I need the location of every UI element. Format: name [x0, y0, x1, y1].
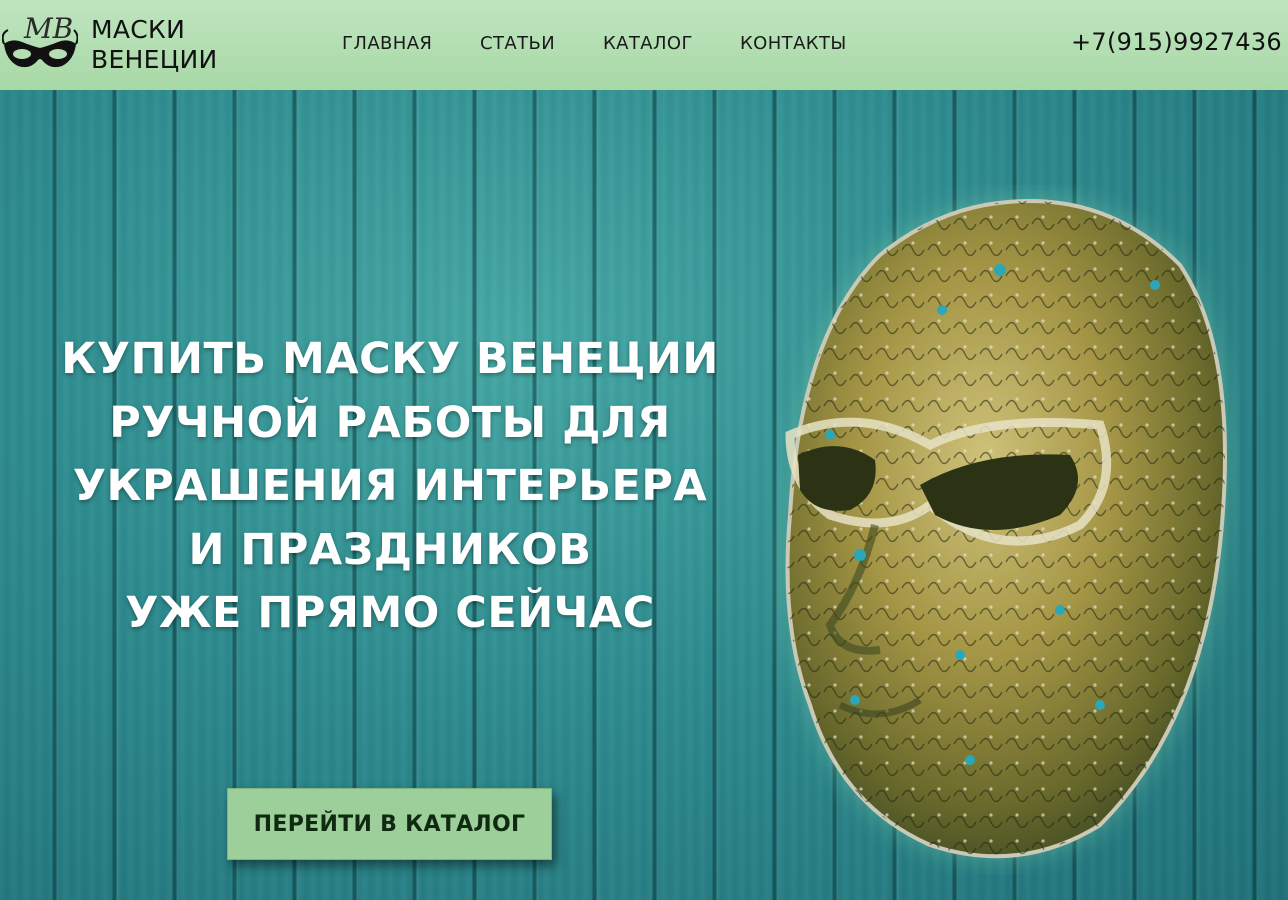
headline-line: РУЧНОЙ РАБОТЫ ДЛЯ [109, 397, 671, 448]
logo-text[interactable]: МАСКИ ВЕНЕЦИИ [91, 15, 217, 75]
nav-item-catalog[interactable]: КАТАЛОГ [603, 33, 693, 54]
nav-item-articles[interactable]: СТАТЬИ [480, 33, 555, 54]
nav-item-home[interactable]: ГЛАВНАЯ [342, 33, 432, 54]
logo-line-2: ВЕНЕЦИИ [91, 45, 218, 74]
headline-line: УКРАШЕНИЯ ИНТЕРЬЕРА [72, 461, 708, 511]
headline-line: И ПРАЗДНИКОВ [188, 524, 592, 575]
logo-monogram: МВ [23, 12, 73, 45]
headline-line: КУПИТЬ МАСКУ ВЕНЕЦИИ [61, 334, 719, 384]
logo-line-1: МАСКИ [91, 15, 186, 44]
catalog-button[interactable]: ПЕРЕЙТИ В КАТАЛОГ [227, 788, 552, 860]
headline-line: УЖЕ ПРЯМО СЕЙЧАС [125, 588, 655, 638]
logo-mask-icon[interactable]: МВ [1, 8, 79, 74]
venetian-mask-image [770, 185, 1240, 875]
nav-item-contacts[interactable]: КОНТАКТЫ [740, 33, 847, 54]
phone-number[interactable]: +7(915)9927436 [1071, 28, 1282, 56]
site-header: МВ МАСКИ ВЕНЕЦИИ ГЛАВНАЯ СТАТЬИ КАТАЛОГ … [0, 0, 1288, 90]
hero-headline: КУПИТЬ МАСКУ ВЕНЕЦИИ РУЧНОЙ РАБОТЫ ДЛЯ У… [40, 328, 740, 646]
